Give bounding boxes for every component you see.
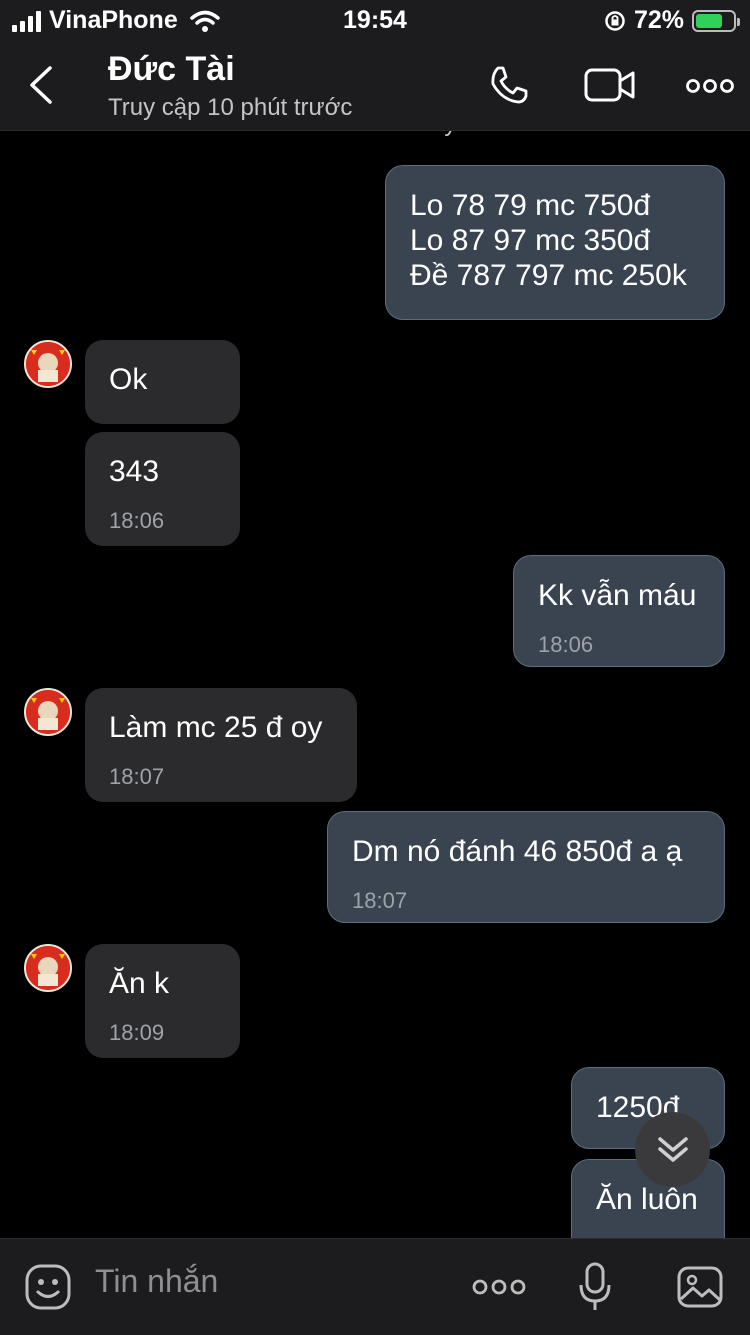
avatar[interactable] — [24, 944, 72, 992]
message-text: Làm mc 25 đ oy — [109, 711, 323, 744]
image-icon[interactable] — [676, 1263, 724, 1311]
message-composer: Tin nhắn — [0, 1238, 750, 1335]
status-right: 72% — [604, 6, 740, 35]
chat-header: Đức Tài Truy cập 10 phút trước — [0, 40, 750, 131]
message-text: Kk vẫn máu — [538, 579, 697, 612]
back-icon[interactable] — [22, 62, 62, 108]
avatar[interactable] — [24, 688, 72, 736]
message-bubble-incoming[interactable]: Làm mc 25 đ oy 18:07 — [85, 688, 357, 802]
message-bubble-incoming[interactable]: Ăn k 18:09 — [85, 944, 240, 1058]
message-bubble-outgoing[interactable]: Kk vẫn máu 18:06 — [513, 555, 725, 667]
message-time: 18:06 — [538, 632, 594, 657]
avatar-image — [26, 946, 70, 990]
message-bubble-incoming[interactable]: Ok — [85, 340, 240, 424]
avatar-image — [26, 690, 70, 734]
message-line: Lo 87 97 mc 350đ — [410, 224, 651, 257]
message-text: Ok — [109, 363, 148, 396]
battery-icon — [692, 9, 740, 32]
more-icon[interactable] — [472, 1277, 526, 1297]
microphone-icon[interactable] — [578, 1261, 612, 1313]
message-time: 18:06 — [109, 508, 165, 533]
message-line: Lo 78 79 mc 750đ — [410, 189, 651, 222]
contact-status: Truy cập 10 phút trước — [108, 94, 353, 121]
message-bubble-outgoing[interactable]: Dm nó đánh 46 850đ a ạ 18:07 — [327, 811, 725, 923]
battery-percent: 72% — [633, 6, 684, 34]
message-input[interactable]: Tin nhắn — [95, 1263, 218, 1300]
emoji-icon[interactable] — [24, 1263, 72, 1311]
message-time: 18:07 — [109, 764, 165, 789]
message-time: 18:09 — [109, 1020, 165, 1045]
double-chevron-down-icon — [657, 1136, 688, 1162]
status-bar: VinaPhone 19:54 72% — [0, 0, 750, 40]
video-call-icon[interactable] — [584, 66, 636, 104]
message-line: Đề 787 797 mc 250k — [410, 259, 687, 292]
message-list[interactable]: Lo 78 79 mc 750đ Lo 87 97 mc 350đ Đề 787… — [0, 130, 750, 1238]
avatar-image — [26, 342, 70, 386]
scroll-to-bottom-button[interactable] — [635, 1112, 710, 1187]
message-text: Ăn k — [109, 967, 170, 1000]
message-bubble-outgoing[interactable]: Lo 78 79 mc 750đ Lo 87 97 mc 350đ Đề 787… — [385, 165, 725, 320]
orientation-lock-icon — [605, 10, 625, 31]
contact-name[interactable]: Đức Tài — [108, 50, 235, 89]
message-text: Ăn luôn — [596, 1183, 698, 1216]
more-icon[interactable] — [686, 76, 734, 96]
phone-icon[interactable] — [488, 64, 530, 106]
avatar[interactable] — [24, 340, 72, 388]
message-time: 18:07 — [352, 888, 408, 913]
message-text: Dm nó đánh 46 850đ a ạ — [352, 835, 683, 868]
message-bubble-incoming[interactable]: 343 18:06 — [85, 432, 240, 546]
message-text: 343 — [109, 455, 160, 488]
